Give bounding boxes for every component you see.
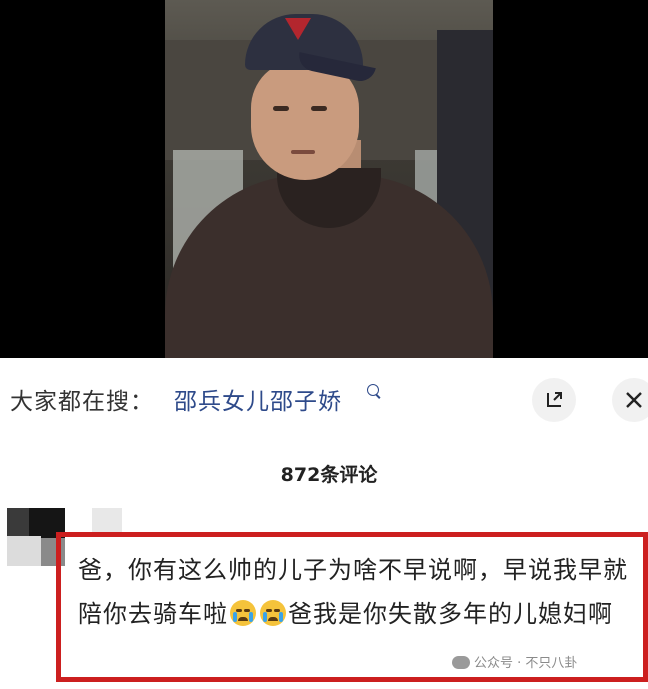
comment-text: 爸，你有这么帅的儿子为啥不早说啊，早说我早就陪你去骑车啦 爸我是你失散多年的儿媳妇… [78, 548, 634, 636]
search-suggestion-bar: 大家都在搜： 邵兵女儿邵子娇 [0, 358, 648, 438]
watermark-text: 公众号 · 不只八卦 [474, 656, 578, 671]
video-player[interactable] [0, 0, 648, 358]
expand-icon[interactable] [532, 378, 576, 422]
username-placeholder [92, 508, 122, 534]
crying-emoji-icon [260, 600, 286, 626]
search-suggestion-link[interactable]: 邵兵女儿邵子娇 [174, 382, 342, 416]
watermark: 公众号 · 不只八卦 [452, 652, 577, 671]
wechat-icon [452, 656, 470, 669]
crying-emoji-icon [230, 600, 256, 626]
comment-text-part2: 爸我是你失散多年的儿媳妇啊 [288, 600, 613, 628]
search-prefix: 大家都在搜： [10, 389, 154, 415]
search-icon[interactable] [367, 384, 379, 396]
comment-count: 872条评论 [280, 464, 378, 486]
video-frame [165, 0, 493, 358]
close-icon[interactable] [612, 378, 648, 422]
